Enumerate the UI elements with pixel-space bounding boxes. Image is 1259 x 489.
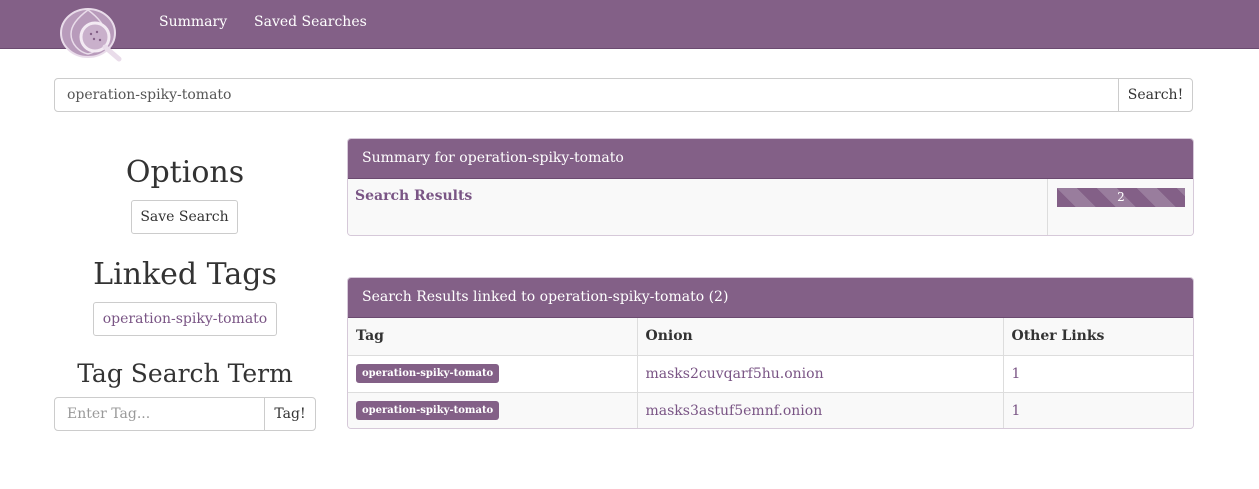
options-heading: Options (125, 155, 245, 190)
onion-link[interactable]: masks2cuvqarf5hu.onion (646, 366, 824, 382)
results-panel-title: Search Results linked to operation-spiky… (348, 278, 1193, 318)
table-cell-onion: masks3astuf5emnf.onion (637, 392, 1004, 428)
table-cell-other-links: 1 (1003, 355, 1193, 393)
search-results-progress-bar: 2 (1057, 188, 1185, 207)
onion-magnifier-logo-icon[interactable] (57, 4, 125, 62)
tag-search-input[interactable] (54, 397, 265, 431)
save-search-button[interactable]: Save Search (131, 200, 238, 234)
nav-link-saved-searches[interactable]: Saved Searches (254, 14, 367, 30)
search-results-count: 2 (1117, 190, 1125, 204)
linked-tag-button[interactable]: operation-spiky-tomato (93, 302, 277, 336)
search-results-link[interactable]: Search Results (355, 188, 472, 204)
table-cell-tag: operation-spiky-tomato (348, 392, 638, 428)
table-cell-onion: masks2cuvqarf5hu.onion (637, 355, 1004, 393)
search-bar: Search! (54, 78, 1194, 112)
results-panel: Search Results linked to operation-spiky… (347, 277, 1194, 429)
tag-label[interactable]: operation-spiky-tomato (356, 364, 500, 383)
summary-row: Search Results 2 (348, 179, 1193, 235)
other-links-link[interactable]: 1 (1012, 366, 1021, 382)
tag-search-heading: Tag Search Term (77, 359, 293, 388)
navbar: Summary Saved Searches (0, 0, 1259, 62)
column-header-onion: Onion (637, 318, 1004, 356)
tag-label[interactable]: operation-spiky-tomato (356, 401, 500, 421)
table-cell-tag: operation-spiky-tomato (348, 355, 638, 393)
summary-row-cell: Search Results (348, 179, 1048, 235)
summary-panel: Summary for operation-spiky-tomato Searc… (347, 138, 1194, 236)
search-input[interactable] (54, 78, 1119, 112)
search-button[interactable]: Search! (1118, 78, 1193, 112)
nav-link-summary[interactable]: Summary (159, 14, 227, 30)
column-header-tag: Tag (348, 318, 638, 356)
table-row: operation-spiky-tomato masks3astuf5emnf.… (348, 392, 1193, 428)
onion-link[interactable]: masks3astuf5emnf.onion (646, 403, 823, 419)
tag-button[interactable]: Tag! (264, 397, 316, 431)
table-row: operation-spiky-tomato masks2cuvqarf5hu.… (348, 355, 1193, 393)
results-table: Tag Onion Other Links operation-spiky-to… (348, 318, 1193, 428)
table-cell-other-links: 1 (1003, 392, 1193, 428)
column-header-other-links: Other Links (1003, 318, 1193, 356)
linked-tags-heading: Linked Tags (93, 257, 277, 292)
table-header-row: Tag Onion Other Links (348, 318, 1193, 356)
other-links-link[interactable]: 1 (1012, 403, 1021, 419)
summary-panel-title: Summary for operation-spiky-tomato (348, 139, 1193, 179)
